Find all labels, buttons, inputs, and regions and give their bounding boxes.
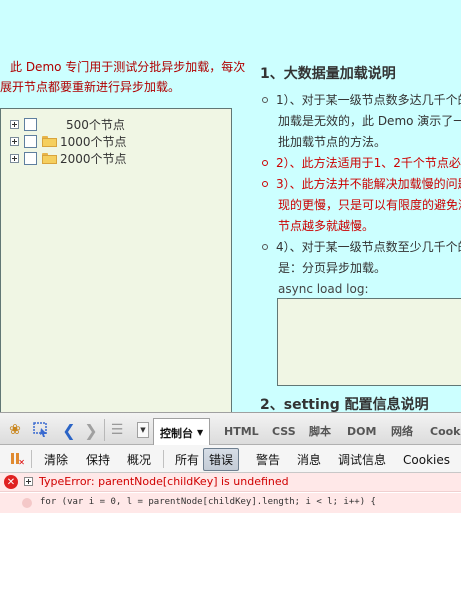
filter-all-button[interactable]: 所有 <box>172 450 202 469</box>
item-1-line-3: 批加载节点的方法。 <box>278 135 387 149</box>
list-item-1: 1）、对于某一级节点数多达几千个的 加载是无效的，此 Demo 演示了一 批加载… <box>262 90 461 153</box>
tree-node-label[interactable]: 2000个节点 <box>60 150 127 167</box>
error-source-line: for (var i = 0, l = parentNode[childKey]… <box>0 493 461 513</box>
tab-dom[interactable]: DOM <box>344 421 379 441</box>
bullet-icon <box>262 244 268 250</box>
firebug-toolbar: ❀ ❮ ❯ ☰ ▼ 控制台 ▼ HTML CSS 脚本 DOM 网络 Cooki <box>0 412 461 446</box>
async-log-box <box>277 298 461 386</box>
forward-arrow-icon[interactable]: ❯ <box>82 421 100 440</box>
item-1-line-1: 1）、对于某一级节点数多达几千个的 <box>276 93 461 107</box>
bullet-icon <box>262 160 268 166</box>
tree-node-label[interactable]: 1000个节点 <box>60 133 127 150</box>
expand-icon[interactable] <box>10 120 19 129</box>
filter-info-button[interactable]: 消息 <box>294 450 324 469</box>
tab-console-label: 控制台 <box>160 426 193 440</box>
node-checkbox[interactable] <box>24 152 37 165</box>
tree-node-500[interactable]: 500个节点 <box>10 116 125 133</box>
tree-node-label[interactable]: 500个节点 <box>66 116 125 133</box>
filter-errors-button[interactable]: 错误 <box>203 448 240 471</box>
tab-script[interactable]: 脚本 <box>306 421 334 441</box>
page-content: 此 Demo 专门用于测试分批异步加载，每次 展开节点都要重新进行异步加载。 5… <box>0 0 461 412</box>
folder-icon <box>42 136 57 147</box>
tree-node-2000[interactable]: 2000个节点 <box>10 150 127 167</box>
tab-html[interactable]: HTML <box>221 421 262 441</box>
folder-icon <box>42 153 57 164</box>
toolbar-divider <box>104 419 105 441</box>
tree-panel: 500个节点 1000个节点 2000个节点 <box>0 108 232 412</box>
async-log-label: async load log: <box>278 282 369 296</box>
filter-warnings-button[interactable]: 警告 <box>253 450 283 469</box>
error-icon: ✕ <box>4 475 18 489</box>
expand-icon[interactable] <box>10 137 19 146</box>
error-entry[interactable]: ✕ TypeError: parentNode[childKey] is und… <box>0 473 461 492</box>
tab-cookies[interactable]: Cooki <box>427 421 461 441</box>
console-toolbar: ✕ 清除 保持 概况 所有 错误 警告 消息 调试信息 Cookies <box>0 445 461 473</box>
intro-line-1: 此 Demo 专门用于测试分批异步加载，每次 <box>10 60 246 74</box>
tab-console[interactable]: 控制台 ▼ <box>153 418 211 446</box>
expand-icon[interactable] <box>10 154 19 163</box>
list-item-2: 2）、此方法适用于1、2千个节点必须 <box>262 153 461 174</box>
back-arrow-icon[interactable]: ❮ <box>60 421 78 440</box>
bullet-icon <box>262 181 268 187</box>
persist-button[interactable]: 保持 <box>83 450 113 469</box>
firebug-bug-icon[interactable]: ❀ <box>6 421 24 439</box>
node-checkbox[interactable] <box>24 118 37 131</box>
bullet-icon <box>262 97 268 103</box>
tree-node-1000[interactable]: 1000个节点 <box>10 133 127 150</box>
intro-text: 此 Demo 专门用于测试分批异步加载，每次 展开节点都要重新进行异步加载。 <box>0 57 250 97</box>
panel-menu-dropdown[interactable]: ▼ <box>137 422 149 438</box>
item-1-line-2: 加载是无效的，此 Demo 演示了一 <box>278 114 461 128</box>
pause-on-error-icon[interactable]: ✕ <box>7 450 25 467</box>
section-2-title: 2、setting 配置信息说明 <box>260 397 429 412</box>
error-message[interactable]: TypeError: parentNode[childKey] is undef… <box>39 475 289 488</box>
inspect-element-icon[interactable] <box>32 421 50 439</box>
item-2-line-1: 2）、此方法适用于1、2千个节点必须 <box>276 156 461 170</box>
filter-debug-button[interactable]: 调试信息 <box>335 450 389 469</box>
section-1-title: 1、大数据量加载说明 <box>260 66 396 82</box>
item-4-line-2: 是：分页异步加载。 <box>278 261 387 275</box>
filter-cookies-button[interactable]: Cookies <box>400 450 453 469</box>
expand-icon[interactable] <box>24 477 33 486</box>
item-3-line-3: 节点越多就越慢。 <box>278 219 375 233</box>
node-checkbox[interactable] <box>24 135 37 148</box>
item-4-line-1: 4）、对于某一级节点数至少几千个的 <box>276 240 461 254</box>
clear-button[interactable]: 清除 <box>41 450 71 469</box>
command-list-icon[interactable]: ☰ <box>108 421 126 439</box>
caret-down-icon: ▼ <box>197 428 204 437</box>
toolbar-divider <box>163 450 164 468</box>
tab-net[interactable]: 网络 <box>388 421 416 441</box>
item-3-line-2: 现的更慢，只是可以有限度的避免浏 <box>278 198 461 212</box>
profile-button[interactable]: 概况 <box>124 450 154 469</box>
tab-css[interactable]: CSS <box>269 421 299 441</box>
console-output: ✕ TypeError: parentNode[childKey] is und… <box>0 473 461 591</box>
item-3-line-1: 3）、此方法并不能解决加载慢的问题 <box>276 177 461 191</box>
intro-line-2: 展开节点都要重新进行异步加载。 <box>0 80 181 94</box>
list-item-3: 3）、此方法并不能解决加载慢的问题 现的更慢，只是可以有限度的避免浏 节点越多就… <box>262 174 461 237</box>
toolbar-divider <box>31 450 32 468</box>
breakpoint-icon[interactable] <box>22 498 32 508</box>
list-item-4: 4）、对于某一级节点数至少几千个的 是：分页异步加载。 <box>262 237 461 279</box>
source-code-text: for (var i = 0, l = parentNode[childKey]… <box>40 497 376 507</box>
